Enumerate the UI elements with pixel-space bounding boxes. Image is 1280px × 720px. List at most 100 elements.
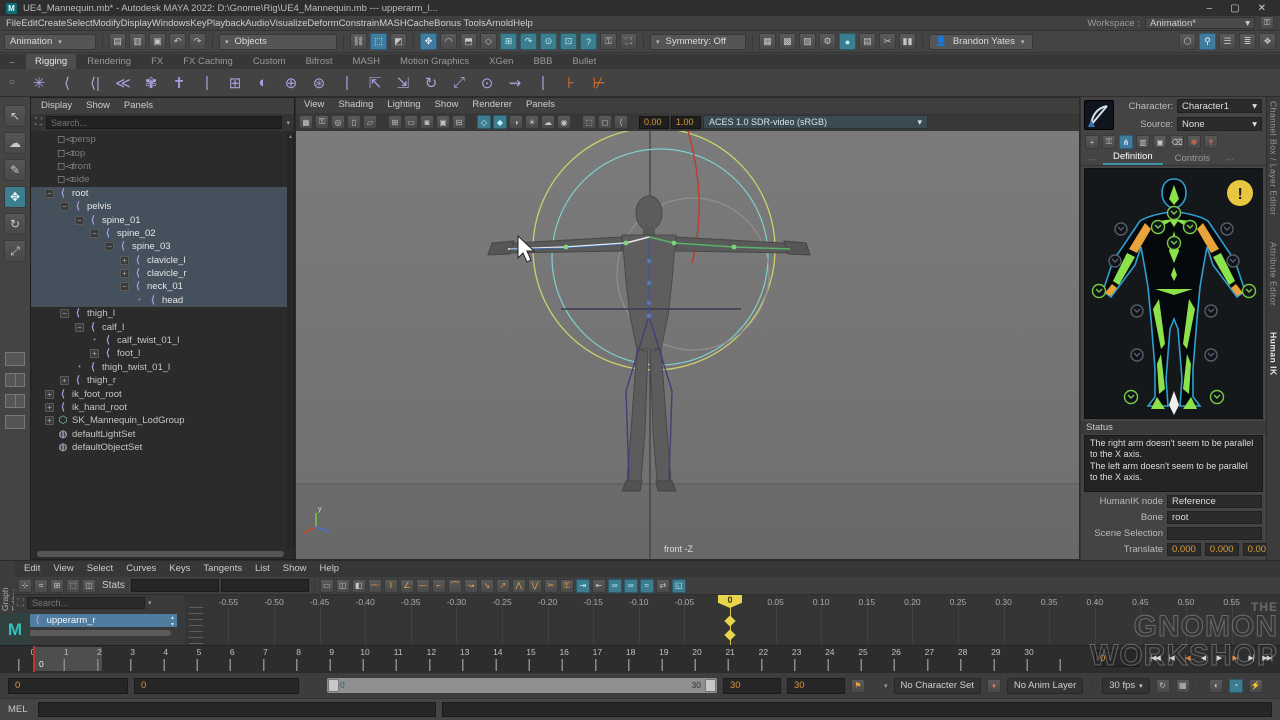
symmetry-dropdown[interactable]: ▾Symmetry: Off (650, 34, 746, 50)
current-time-field[interactable]: 0 (1095, 650, 1139, 667)
step-tangent-icon[interactable]: ⌐ (432, 579, 446, 593)
outliner-vertical-scrollbar[interactable] (287, 133, 294, 549)
outliner-item-pelvis[interactable]: − ⟨ pelvis (31, 200, 287, 213)
step-back-key-button[interactable]: |◀ (1180, 649, 1194, 667)
create-character-icon[interactable]: + (1085, 135, 1099, 149)
animation-end-field[interactable]: 30 (787, 678, 845, 694)
viewport-menu-item[interactable]: Show (435, 99, 459, 112)
step-forward-key-button[interactable]: ▶| (1228, 649, 1242, 667)
shelf-tab[interactable]: FX (142, 54, 172, 69)
step-forward-frame-button[interactable]: ▶| (1244, 649, 1258, 667)
colorspace-dropdown[interactable]: ACES 1.0 SDR-video (sRGB)▾ (703, 115, 928, 129)
graph-editor-menu-item[interactable]: Help (320, 563, 340, 575)
outliner-item-objectset[interactable]: ◍ defaultObjectSet (31, 441, 287, 454)
graph-search-input[interactable] (27, 597, 145, 609)
graph-editor-menu-item[interactable]: Select (87, 563, 113, 575)
layout-persp-outliner-button[interactable] (5, 394, 25, 408)
outliner-item-foot-l[interactable]: + ⟨ foot_l (31, 347, 287, 360)
playback-end-field[interactable]: 30 (723, 678, 781, 694)
menu-item[interactable]: Visualize (270, 18, 308, 29)
graph-editor-menu-item[interactable]: Show (283, 563, 307, 575)
character-definition-bodymap[interactable]: ! (1084, 168, 1263, 419)
delete-definition-icon[interactable]: ⌫ (1170, 135, 1184, 149)
workspace-dropdown[interactable]: Animation*▾ (1145, 17, 1255, 29)
command-input-field[interactable] (38, 702, 436, 717)
move-tool-icon[interactable]: ✥ (420, 33, 437, 50)
snap-projected-icon[interactable]: ⊡ (560, 33, 577, 50)
clamped-tangent-icon[interactable]: ⌇ (384, 579, 398, 593)
expand-toggle-icon[interactable]: • (75, 363, 84, 372)
redo-icon[interactable]: ↷ (189, 33, 206, 50)
menu-item[interactable]: MASH (379, 18, 406, 29)
undo-icon[interactable]: ↶ (169, 33, 186, 50)
shelf-collapse-button[interactable]: − (9, 58, 15, 69)
default-out-tangent-icon[interactable]: ↗ (496, 579, 510, 593)
menu-item[interactable]: Help (513, 18, 533, 29)
go-to-start-button[interactable]: |◀◀ (1148, 649, 1162, 667)
region-tool-icon[interactable]: ⬚ (66, 579, 80, 593)
exposure-field[interactable]: 0.00 (639, 116, 669, 129)
modeling-toolkit-icon[interactable]: ⬡ (1179, 33, 1196, 50)
expand-toggle-icon[interactable]: − (60, 202, 69, 211)
spline-ik-icon[interactable]: ≪ (112, 74, 134, 92)
range-slider-track[interactable]: 0 30 (327, 678, 717, 693)
evaluation-mode-icon[interactable]: ⚡ (1249, 679, 1263, 693)
xray-joints-icon[interactable]: ⟨ (614, 115, 628, 129)
scale-tool-icon[interactable]: ⬒ (460, 33, 477, 50)
outliner-item-neck01[interactable]: − ⟨ neck_01 (31, 280, 287, 293)
expand-toggle-icon[interactable]: − (90, 229, 99, 238)
menu-item[interactable]: Windows (152, 18, 191, 29)
insert-keys-icon[interactable]: ⌗ (34, 579, 48, 593)
shelf-tab[interactable]: Bullet (563, 54, 605, 69)
attribute-editor-icon[interactable]: ❖ (1259, 33, 1276, 50)
shelf-tab[interactable]: Bifrost (297, 54, 342, 69)
chevron-down-icon[interactable]: ▾ (148, 599, 152, 607)
layout-single-pane-button[interactable] (5, 352, 25, 366)
playback-loop-icon[interactable]: ↻ (1156, 679, 1170, 693)
hypershade-icon[interactable]: ● (839, 33, 856, 50)
humanik-tab[interactable]: Controls (1165, 152, 1220, 165)
range-start-handle[interactable] (328, 679, 339, 692)
select-component-icon[interactable]: ◩ (390, 33, 407, 50)
control-rig-icon[interactable]: ✝ (1204, 135, 1218, 149)
menu-item[interactable]: Audio (245, 18, 269, 29)
orient-constraint-icon[interactable]: ↻ (420, 74, 442, 92)
translate-x-field[interactable]: 0.000 (1167, 543, 1201, 556)
expand-toggle-icon[interactable]: + (120, 256, 129, 265)
wireframe-icon[interactable]: ◇ (477, 115, 491, 129)
gate-mask-icon[interactable]: ▣ (436, 115, 450, 129)
menu-item[interactable]: Arnold (486, 18, 513, 29)
character-dropdown[interactable]: Character1▾ (1177, 99, 1262, 113)
move-tool-icon[interactable]: ✥ (4, 186, 26, 208)
menu-item[interactable]: Select (66, 18, 92, 29)
sidebar-vertical-tab[interactable]: Attribute Editor (1269, 242, 1279, 306)
outliner-item-thigh-twist[interactable]: • ⟨ thigh_twist_01_l (31, 361, 287, 374)
anim-prefs-clock-icon[interactable]: ◔ (1229, 679, 1243, 693)
humanik-icon[interactable]: ⚲ (1199, 33, 1216, 50)
ipr-render-icon[interactable]: ▨ (799, 33, 816, 50)
graph-editor-menu-item[interactable]: Tangents (203, 563, 242, 575)
outliner-item-root[interactable]: − ⟨ root (31, 187, 287, 200)
mirror-definition-icon[interactable]: ⋔ (1119, 135, 1133, 149)
viewport-canvas[interactable]: y front -Z (296, 131, 1079, 559)
chevron-down-icon[interactable]: ▾ (884, 682, 888, 690)
expand-toggle-icon[interactable]: − (75, 323, 84, 332)
break-tangents-icon[interactable]: ⋀ (512, 579, 526, 593)
cluster-icon[interactable]: ⊛ (308, 74, 330, 92)
sidebar-vertical-tab[interactable]: Channel Box / Layer Editor (1269, 101, 1279, 216)
viewport-menu-item[interactable]: Renderer (472, 99, 512, 112)
value-snap-icon[interactable]: ⇤ (592, 579, 606, 593)
graph-playhead-marker[interactable]: 0 (718, 595, 742, 608)
graph-editor-menu-item[interactable]: Curves (126, 563, 156, 575)
viewport-menu-item[interactable]: View (304, 99, 324, 112)
shadows-icon[interactable]: ☁ (541, 115, 555, 129)
bookmark-icon[interactable]: ⚑ (851, 679, 865, 693)
layout-two-pane-button[interactable] (5, 373, 25, 387)
select-hierarchy-icon[interactable]: ⛓ (350, 33, 367, 50)
unify-tangents-icon[interactable]: ⋁ (528, 579, 542, 593)
ik-handle-icon[interactable]: ⟨| (84, 74, 106, 92)
save-skeleton-icon[interactable]: ▣ (1153, 135, 1167, 149)
bookmark-icon[interactable]: ▯ (347, 115, 361, 129)
keyframe-diamond[interactable] (724, 629, 735, 640)
parent-constraint-icon[interactable]: ⇱ (364, 74, 386, 92)
